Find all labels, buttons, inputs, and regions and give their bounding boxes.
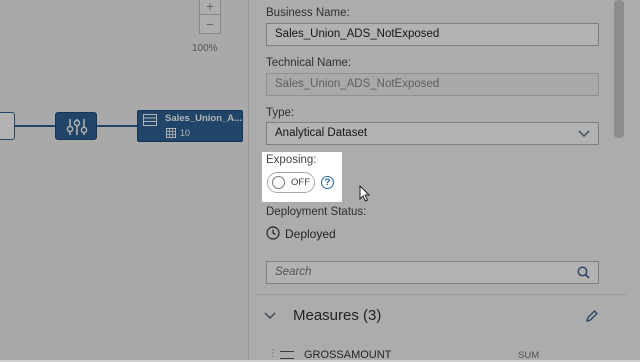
union-node[interactable]	[55, 112, 97, 140]
search-icon[interactable]	[577, 266, 590, 279]
measure-aggregation: SUM	[518, 350, 540, 361]
table-icon	[143, 114, 157, 126]
help-icon[interactable]: ?	[321, 176, 334, 189]
edge-connector	[97, 125, 137, 127]
business-name-label: Business Name:	[266, 7, 350, 19]
search-input[interactable]: Search	[266, 261, 599, 284]
measure-icon	[280, 351, 294, 359]
technical-name-input: Sales_Union_ADS_NotExposed	[266, 73, 599, 96]
chevron-down-icon	[578, 130, 590, 138]
graph-canvas[interactable]: + − 100% Sales_Union_A... 10	[0, 0, 248, 360]
exposing-switch-text: OFF	[291, 177, 310, 188]
type-select[interactable]: Analytical Dataset	[266, 122, 599, 145]
edge-connector	[15, 125, 55, 127]
cursor-icon	[359, 185, 371, 202]
clock-icon	[266, 226, 280, 240]
sliders-icon	[66, 119, 88, 135]
zoom-out-button[interactable]: −	[199, 14, 221, 34]
dataset-node[interactable]: Sales_Union_A... 10	[137, 110, 243, 142]
panel-scrollbar[interactable]	[614, 0, 624, 138]
type-select-value: Analytical Dataset	[275, 127, 368, 139]
node-count: 10	[180, 128, 191, 138]
measures-title: Measures (3)	[293, 307, 382, 324]
business-name-input[interactable]: Sales_Union_ADS_NotExposed	[266, 23, 599, 46]
deployment-status-label: Deployment Status:	[266, 206, 367, 218]
chevron-down-icon[interactable]	[264, 312, 276, 320]
search-placeholder: Search	[275, 266, 312, 278]
switch-knob	[272, 176, 285, 189]
node-name: Sales_Union_A...	[165, 113, 243, 124]
divider	[256, 294, 626, 295]
exposing-highlight: Exposing: OFF ?	[262, 152, 342, 202]
measure-name: GROSSAMOUNT	[304, 349, 392, 361]
grid-icon	[166, 128, 176, 138]
zoom-level: 100%	[192, 43, 218, 54]
source-node[interactable]	[0, 112, 15, 140]
pencil-icon[interactable]	[585, 309, 599, 323]
drag-handle-icon[interactable]: ⋮	[268, 348, 278, 359]
exposing-label: Exposing:	[266, 154, 317, 166]
technical-name-label: Technical Name:	[266, 57, 352, 69]
deployment-status-value: Deployed	[285, 227, 336, 241]
type-label: Type:	[266, 107, 295, 119]
exposing-switch[interactable]: OFF	[267, 172, 315, 193]
